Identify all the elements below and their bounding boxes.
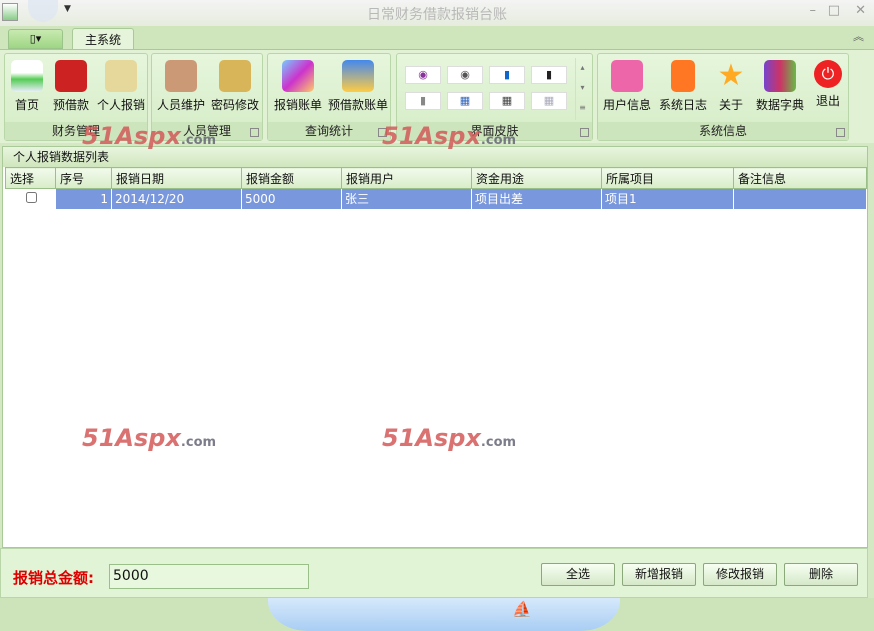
skin-option-icon[interactable]: ▦ (531, 92, 567, 110)
user-add-icon (611, 60, 643, 92)
dialog-launcher-icon[interactable] (836, 128, 845, 137)
row-select-cell (5, 188, 56, 209)
advance-bill-button[interactable]: 预借款账单 (326, 58, 390, 118)
bottom-bar: 报销总金额: 5000 全选 新增报销 修改报销 删除 (0, 548, 868, 598)
column-header[interactable]: 选择 (5, 167, 56, 189)
ribbon: 首页 预借款 个人报销 财务管理 人员维护 密码修改 人员管理 报销账单 预借款… (0, 49, 874, 143)
skin-option-icon[interactable]: ▮ (489, 66, 525, 84)
edit-reimburse-button[interactable]: 修改报销 (703, 563, 777, 586)
table-header: 选择 序号 报销日期 报销金额 报销用户 资金用途 所属项目 备注信息 (5, 167, 867, 189)
column-header[interactable]: 备注信息 (733, 167, 867, 189)
column-header[interactable]: 序号 (55, 167, 112, 189)
books-icon (764, 60, 796, 92)
notebook-icon (671, 60, 695, 92)
skin-option-icon[interactable]: ▦ (447, 92, 483, 110)
reimburse-table: 选择 序号 报销日期 报销金额 报销用户 资金用途 所属项目 备注信息 1 20… (5, 167, 867, 209)
skin-option-icon[interactable]: ▮ (531, 66, 567, 84)
skin-option-icon[interactable]: ◉ (447, 66, 483, 84)
data-dictionary-button[interactable]: 数据字典 (752, 58, 808, 118)
users-icon (165, 60, 197, 92)
group-personnel: 人员维护 密码修改 人员管理 (151, 53, 263, 141)
group-skin: ◉ ◉ ▮ ▮ ▮ ▦ ▦ ▦ ▴ ▾ ≡ 界面皮肤 (396, 53, 593, 141)
minimize-button[interactable]: – (810, 3, 817, 18)
dialog-launcher-icon[interactable] (250, 128, 259, 137)
cell-purpose: 项目出差 (471, 188, 602, 209)
paper-boat-icon: ⛵ (512, 600, 532, 619)
ribbon-tabs: ▯▾ 主系统 ︽ (0, 26, 874, 51)
exit-button[interactable]: ⏻ 退出 (810, 58, 846, 118)
add-reimburse-button[interactable]: 新增报销 (622, 563, 696, 586)
skin-option-icon[interactable]: ▦ (489, 92, 525, 110)
column-header[interactable]: 资金用途 (471, 167, 602, 189)
user-info-button[interactable]: 用户信息 (600, 58, 654, 118)
panel-title: 个人报销数据列表 (3, 147, 867, 167)
gallery-scroll[interactable]: ▴ ▾ ≡ (575, 58, 589, 120)
group-label: 人员管理 (152, 122, 262, 140)
change-password-button[interactable]: 密码修改 (208, 58, 262, 118)
cell-note (733, 188, 867, 209)
skin-option-icon[interactable]: ▮ (405, 92, 441, 110)
maximize-button[interactable]: □ (828, 3, 840, 18)
power-icon: ⏻ (814, 60, 842, 88)
status-footer: ⛵ (0, 598, 874, 631)
cell-project: 项目1 (601, 188, 734, 209)
dialog-launcher-icon[interactable] (378, 128, 387, 137)
total-amount-label: 报销总金额: (13, 569, 94, 587)
water-decoration (268, 598, 620, 631)
group-query: 报销账单 预借款账单 查询统计 (267, 53, 391, 141)
system-log-button[interactable]: 系统日志 (656, 58, 710, 118)
table-row[interactable]: 1 2014/12/20 5000 张三 项目出差 项目1 (5, 188, 867, 209)
star-icon: ★ (717, 58, 745, 93)
total-amount-field[interactable]: 5000 (109, 564, 309, 589)
row-checkbox[interactable] (26, 191, 38, 203)
delete-button[interactable]: 删除 (784, 563, 858, 586)
about-button[interactable]: ★ 关于 (712, 58, 750, 118)
cell-amount: 5000 (241, 188, 342, 209)
coins-icon (105, 60, 137, 92)
group-finance: 首页 预借款 个人报销 财务管理 (4, 53, 148, 141)
group-system-info: 用户信息 系统日志 ★ 关于 数据字典 ⏻ 退出 系统信息 (597, 53, 849, 141)
dialog-launcher-icon[interactable] (580, 128, 589, 137)
area-chart-icon (342, 60, 374, 92)
skin-option-icon[interactable]: ◉ (405, 66, 441, 84)
group-label: 界面皮肤 (397, 122, 592, 140)
reimburse-list-panel: 个人报销数据列表 选择 序号 报销日期 报销金额 报销用户 资金用途 所属项目 … (2, 146, 868, 548)
home-page-icon (11, 60, 43, 92)
group-label: 系统信息 (598, 122, 848, 140)
personnel-maintain-button[interactable]: 人员维护 (154, 58, 208, 118)
personal-reimburse-button[interactable]: 个人报销 (95, 58, 147, 118)
close-button[interactable]: ✕ (855, 3, 866, 18)
group-label: 财务管理 (5, 122, 147, 140)
collapse-ribbon-icon[interactable]: ︽ (853, 28, 864, 44)
title-bar: ▼ 日常财务借款报销台账 – □ ✕ (0, 0, 874, 26)
cell-index: 1 (55, 188, 112, 209)
select-all-button[interactable]: 全选 (541, 563, 615, 586)
home-button[interactable]: 首页 (9, 58, 45, 118)
cell-user: 张三 (341, 188, 472, 209)
tab-main-system[interactable]: 主系统 (72, 28, 134, 51)
group-label: 查询统计 (268, 122, 390, 140)
advance-loan-button[interactable]: 预借款 (49, 58, 93, 118)
column-header[interactable]: 所属项目 (601, 167, 734, 189)
cell-date: 2014/12/20 (111, 188, 242, 209)
column-header[interactable]: 报销用户 (341, 167, 472, 189)
column-header[interactable]: 报销金额 (241, 167, 342, 189)
window-title: 日常财务借款报销台账 (367, 7, 507, 23)
column-header[interactable]: 报销日期 (111, 167, 242, 189)
toolbox-icon (55, 60, 87, 92)
pie-chart-icon (282, 60, 314, 92)
reimburse-bill-button[interactable]: 报销账单 (270, 58, 326, 118)
padlock-icon (219, 60, 251, 92)
app-menu-button[interactable]: ▯▾ (8, 29, 63, 49)
